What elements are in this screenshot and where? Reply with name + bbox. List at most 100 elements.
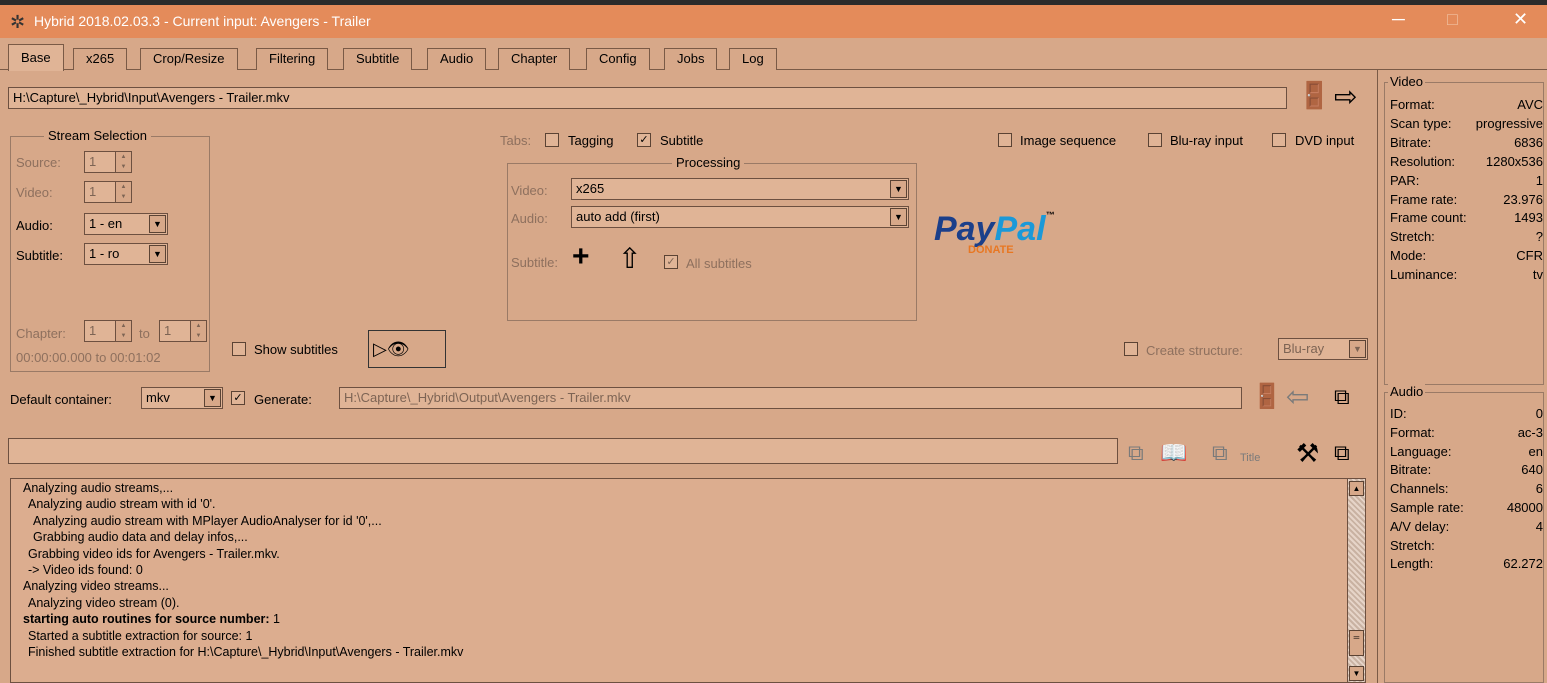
tab-subtitle[interactable]: Subtitle (343, 48, 413, 70)
scroll-down-icon[interactable]: ▼ (1349, 666, 1364, 681)
log-line: Analyzing video stream (0). (23, 596, 179, 610)
container-select[interactable]: mkv ▼ (141, 387, 223, 409)
image-sequence-checkbox[interactable] (998, 133, 1012, 147)
chapter-add-icon[interactable]: ⧉ (1128, 440, 1144, 466)
log-line: Started a subtitle extraction for source… (23, 629, 252, 643)
open-output-icon[interactable]: 🚪 (1252, 382, 1282, 411)
log-line: starting auto routines for source number… (23, 612, 280, 626)
tab-log[interactable]: Log (729, 48, 777, 70)
subtitle-tab-label: Subtitle (660, 133, 704, 148)
log-line-text: Analyzing audio stream with MPlayer Audi… (33, 513, 382, 528)
tab-chapter[interactable]: Chapter (498, 48, 571, 70)
chapter-from-spinner[interactable]: 1 ▲ ▼ (84, 320, 132, 342)
subtitle-select-value: 1 - ro (89, 246, 120, 261)
all-subtitles-checkbox[interactable]: ✓ (664, 255, 678, 269)
chevron-down-icon: ▼ (890, 180, 907, 198)
info-value: ? (1535, 229, 1543, 245)
create-structure-value: Blu-ray (1283, 341, 1325, 356)
chapter-to-label: to (139, 326, 150, 341)
input-path-field[interactable]: H:\Capture\_Hybrid\Input\Avengers - Trai… (8, 87, 1287, 109)
tabs-options-label: Tabs: (500, 133, 532, 148)
processing-title: Processing (672, 155, 745, 170)
scroll-thumb[interactable]: ═ (1349, 630, 1364, 656)
dvd-input-checkbox[interactable] (1272, 133, 1286, 147)
tagging-checkbox[interactable] (545, 133, 559, 147)
maximize-button[interactable]: □ (1447, 9, 1458, 30)
processing-video-label: Video: (511, 183, 548, 198)
audio-label: Audio: (16, 218, 53, 233)
log-output[interactable]: Analyzing audio streams,... Analyzing aud… (10, 478, 1366, 683)
chapter-to-spinner[interactable]: 1 ▲ ▼ (159, 320, 207, 342)
show-subtitles-checkbox[interactable] (232, 342, 246, 356)
audio-select[interactable]: 1 - en ▼ (84, 213, 168, 235)
generate-checkbox[interactable]: ✓ (231, 391, 245, 405)
paypal-text-pal: Pal (994, 210, 1046, 248)
video-spinner[interactable]: 1 ▲ ▼ (84, 181, 132, 203)
tab-audio[interactable]: Audio (427, 48, 487, 70)
subtitle-tab-checkbox[interactable]: ✓ (637, 133, 651, 147)
create-structure-checkbox[interactable] (1124, 342, 1138, 356)
tab-filtering[interactable]: Filtering (256, 48, 329, 70)
info-value: 6 (1535, 481, 1543, 497)
chapter-to-value: 1 (164, 323, 172, 338)
log-line-text: starting auto routines for source number… (23, 612, 270, 627)
add-job-icon[interactable]: ⧉ (1334, 384, 1350, 410)
close-button[interactable]: ✕ (1513, 9, 1528, 30)
scroll-up-icon[interactable]: ▲ (1349, 481, 1364, 496)
preview-eye-icon[interactable]: ▷👁 (368, 330, 446, 368)
info-row: Stretch: (1390, 538, 1543, 553)
title-add-icon[interactable]: ⧉ (1212, 440, 1228, 466)
info-row: Frame rate: 23.976 (1390, 192, 1543, 207)
info-key: Format: (1390, 424, 1435, 440)
log-line-text: Analyzing audio streams,... (23, 481, 174, 495)
open-file-icon[interactable]: 🚪 (1298, 80, 1330, 111)
subtitle-select[interactable]: 1 - ro ▼ (84, 243, 168, 265)
log-line-suffix: 1 (269, 612, 280, 627)
processing-audio-select[interactable]: auto add (first) ▼ (571, 206, 909, 228)
minimize-button[interactable]: ─ (1392, 9, 1405, 30)
queue-add-icon[interactable]: ⧉ (1334, 440, 1350, 466)
info-value: 48000 (1506, 500, 1543, 515)
dvd-input-label: DVD input (1295, 133, 1355, 148)
info-key: Luminance: (1390, 267, 1458, 283)
tab-crop-resize[interactable]: Crop/Resize (140, 48, 238, 70)
info-value: 0 (1535, 406, 1543, 421)
status-field (8, 438, 1118, 464)
log-line-text: -> Video ids found: 0 (28, 563, 143, 577)
source-spinner[interactable]: 1 ▲ ▼ (84, 151, 132, 173)
image-sequence-label: Image sequence (1020, 133, 1117, 148)
output-path-field[interactable]: H:\Capture\_Hybrid\Output\Avengers - Tra… (339, 387, 1242, 409)
info-value: 6836 (1514, 134, 1543, 150)
bluray-input-label: Blu-ray input (1170, 133, 1243, 148)
arrow-up-icon[interactable]: ⇧ (618, 242, 641, 275)
video-value: 1 (89, 184, 97, 199)
bluray-input-checkbox[interactable] (1148, 133, 1162, 147)
log-line-text: Analyzing audio stream with id '0'. (28, 497, 216, 512)
add-subtitle-icon[interactable]: + (572, 240, 590, 274)
book-icon[interactable]: 📖 (1160, 440, 1187, 466)
log-line: Analyzing audio stream with id '0'. (23, 497, 216, 511)
log-scrollbar[interactable]: ▲ ═ ▼ (1347, 479, 1365, 682)
log-line-text: Grabbing video ids for Avengers - Traile… (28, 546, 280, 561)
tagging-label: Tagging (568, 133, 614, 148)
tab-x265[interactable]: x265 (73, 48, 128, 70)
tab-jobs[interactable]: Jobs (664, 48, 718, 70)
processing-video-select[interactable]: x265 ▼ (571, 178, 909, 200)
create-structure-select[interactable]: Blu-ray ▼ (1278, 338, 1368, 360)
log-line: -> Video ids found: 0 (23, 563, 143, 577)
info-key: Length: (1390, 556, 1434, 572)
tab-config[interactable]: Config (586, 48, 650, 70)
info-key: Language: (1390, 443, 1452, 459)
info-row: A/V delay: 4 (1390, 519, 1543, 534)
info-value: CFR (1516, 248, 1543, 264)
info-key: Resolution: (1390, 153, 1456, 169)
info-value: 62.272 (1503, 556, 1543, 572)
subtitle-label: Subtitle: (16, 248, 63, 263)
arrow-left-icon[interactable]: ⇦ (1286, 380, 1309, 413)
worker-icon[interactable]: ⚒ (1296, 438, 1319, 469)
info-row: PAR: 1 (1390, 173, 1543, 188)
arrow-right-icon[interactable]: ⇨ (1334, 80, 1357, 113)
tab-base[interactable]: Base (8, 44, 64, 71)
info-key: Frame rate: (1390, 191, 1458, 207)
info-value: ac-3 (1517, 424, 1543, 440)
